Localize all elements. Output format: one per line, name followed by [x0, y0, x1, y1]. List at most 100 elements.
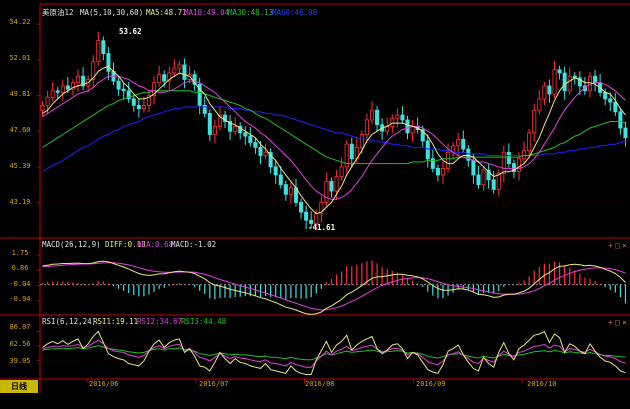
- candle-body: [121, 88, 126, 92]
- ma60-legend: MA60:46.98: [272, 8, 318, 17]
- rsi-close-button[interactable]: ×: [622, 318, 627, 327]
- candle-body: [233, 125, 238, 132]
- ma5-legend: MA5:48.71: [146, 8, 187, 17]
- ma30-legend: MA30:48.13: [228, 8, 274, 17]
- candle-body: [542, 85, 547, 100]
- ma-legend-label: MA(5,10,30,60): [80, 8, 144, 17]
- price-tick: 43.19: [9, 198, 31, 206]
- period-daily-button[interactable]: 日线: [0, 380, 38, 393]
- candle-body: [522, 150, 527, 160]
- candle-body: [516, 158, 522, 173]
- candle-body: [603, 92, 608, 100]
- candle-body: [532, 109, 537, 134]
- candle-body: [537, 98, 542, 111]
- price-tick: 47.60: [9, 126, 31, 134]
- candle-body: [567, 75, 572, 92]
- macd-dea-legend: DEA:0.68: [137, 240, 174, 249]
- candle-body: [50, 90, 55, 98]
- x-tick-label: 2016/06: [89, 380, 119, 388]
- indicator-lines: [42, 65, 626, 375]
- candle-body: [273, 166, 278, 176]
- candle-body: [339, 166, 344, 177]
- symbol-title: 美原油12: [42, 8, 74, 17]
- macd-tick: -0.04: [9, 280, 31, 288]
- x-tick-label: 2016/08: [305, 380, 335, 388]
- macd-close-button[interactable]: ×: [622, 241, 627, 250]
- candle-body: [212, 125, 217, 135]
- price-grid: [37, 23, 628, 383]
- candle-body: [96, 40, 101, 63]
- candle-body: [547, 85, 552, 95]
- rsi2-legend: RSI2:34.67: [137, 317, 183, 326]
- candle-body: [395, 114, 400, 119]
- candle-body: [405, 119, 410, 134]
- macd-tick: 0.86: [11, 264, 29, 272]
- candle-body: [258, 147, 263, 156]
- candle-body: [131, 98, 136, 106]
- ma10-legend: MA10:49.04: [184, 8, 230, 17]
- candlesticks: [40, 31, 628, 230]
- rsi-title: RSI(6,12,24): [42, 317, 97, 326]
- rsi2-line: [42, 339, 626, 368]
- candle-body: [334, 176, 339, 192]
- rsi3-legend: RSI3:44.48: [181, 317, 227, 326]
- high-annotation: 53.62: [119, 27, 142, 36]
- macd-value-legend: MACD:-1.02: [171, 240, 217, 249]
- macd-diff-line: [42, 260, 626, 315]
- rsi-tick: 62.56: [9, 340, 31, 348]
- candle-body: [359, 134, 364, 148]
- candle-body: [369, 109, 375, 121]
- candle-body: [506, 151, 511, 164]
- macd-tick: 1.75: [11, 249, 29, 257]
- candle-body: [425, 140, 430, 160]
- candle-body: [207, 113, 212, 135]
- candle-body: [349, 143, 354, 160]
- candle-body: [136, 104, 141, 109]
- candle-body: [410, 125, 415, 134]
- candle-body: [562, 72, 567, 92]
- candle-body: [141, 104, 146, 109]
- candle-body: [263, 151, 268, 156]
- candle-body: [557, 69, 562, 74]
- candle-body: [278, 174, 283, 186]
- candle-body: [177, 64, 182, 69]
- macd-title: MACD(26,12,9): [42, 240, 101, 249]
- candle-body: [375, 109, 380, 126]
- candle-body: [243, 132, 248, 137]
- chart-canvas: [0, 3, 630, 393]
- candle-body: [172, 67, 177, 74]
- candle-body: [446, 151, 451, 169]
- candle-body: [618, 111, 623, 129]
- candle-body: [65, 85, 70, 90]
- candle-body: [364, 119, 369, 135]
- candle-body: [299, 202, 304, 213]
- macd-histogram: [41, 260, 627, 304]
- candle-body: [623, 127, 628, 139]
- macd-add-button[interactable]: +: [608, 241, 613, 250]
- ma5-line: [42, 65, 626, 215]
- rsi-add-button[interactable]: +: [608, 318, 613, 327]
- price-tick: 54.22: [9, 18, 31, 26]
- candle-body: [491, 179, 496, 190]
- candle-body: [253, 142, 258, 148]
- candle-body: [283, 184, 288, 195]
- price-tick: 45.39: [9, 162, 31, 170]
- candle-body: [593, 75, 598, 84]
- rsi-restore-button[interactable]: □: [615, 318, 620, 327]
- candle-body: [182, 64, 187, 80]
- candle-body: [324, 180, 329, 203]
- candle-body: [329, 180, 334, 192]
- candle-body: [613, 101, 618, 113]
- candle-body: [106, 53, 111, 72]
- candle-body: [390, 117, 395, 127]
- candle-body: [60, 85, 65, 93]
- candle-body: [40, 104, 45, 111]
- candle-body: [75, 75, 81, 84]
- x-tick-label: 2016/09: [416, 380, 446, 388]
- candle-body: [162, 74, 167, 82]
- candle-body: [248, 135, 253, 143]
- macd-restore-button[interactable]: □: [615, 241, 620, 250]
- candle-body: [435, 168, 440, 176]
- candle-body: [552, 69, 557, 95]
- candle-body: [608, 98, 613, 103]
